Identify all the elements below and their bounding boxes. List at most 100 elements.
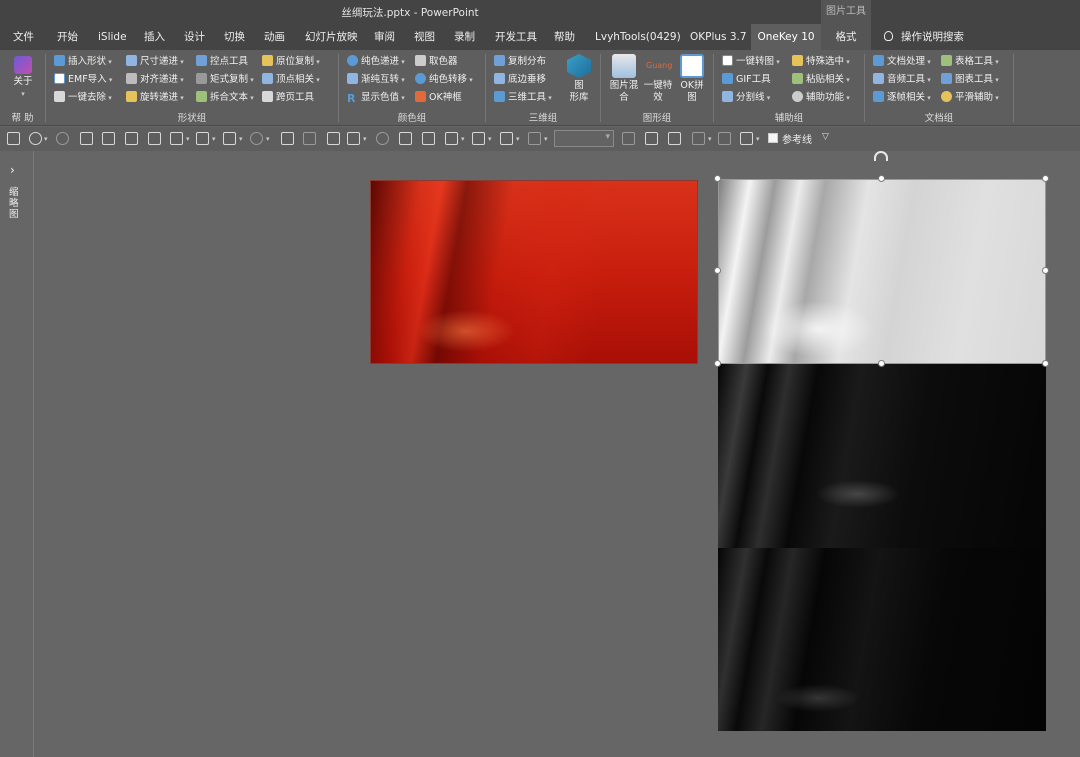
customize-toolbar-icon[interactable]: ▽: [822, 132, 829, 142]
frame-by-frame-button[interactable]: 逐帧相关: [873, 89, 931, 106]
eyedropper-button[interactable]: 取色器: [415, 53, 458, 70]
one-key-to-image-button[interactable]: 一键转图: [722, 53, 780, 70]
three-d-tool-button[interactable]: 三维工具: [494, 89, 552, 106]
tab-slideshow[interactable]: 幻灯片放映: [305, 24, 358, 50]
solid-color-step-button[interactable]: 纯色递进: [347, 53, 405, 70]
picture-blend-button[interactable]: 图片混 合: [607, 54, 641, 104]
tab-file[interactable]: 文件: [13, 24, 34, 50]
resize-handle-bottom-right[interactable]: [1042, 360, 1049, 367]
show-color-value-button[interactable]: R 显示色值: [347, 89, 405, 106]
shape-circle-icon[interactable]: [376, 132, 389, 145]
gradient-solid-swap-button[interactable]: 渐纯互转: [347, 71, 405, 88]
document-process-button[interactable]: 文档处理: [873, 53, 931, 70]
in-place-copy-button[interactable]: 原位复制: [262, 53, 320, 70]
resize-handle-left[interactable]: [714, 267, 721, 274]
handle-tool-button[interactable]: 控点工具: [196, 53, 248, 70]
tab-home[interactable]: 开始: [57, 24, 78, 50]
paste-icon[interactable]: [347, 132, 360, 145]
paste-dropdown-icon[interactable]: ▾: [363, 135, 367, 143]
format-painter-icon[interactable]: [80, 132, 93, 145]
one-key-remove-button[interactable]: 一键去除: [54, 89, 112, 106]
vertex-button[interactable]: 顶点相关: [262, 71, 320, 88]
table-tool-button[interactable]: 表格工具: [941, 53, 999, 70]
tab-review[interactable]: 审阅: [374, 24, 395, 50]
rotate-handle-icon[interactable]: [874, 151, 888, 161]
ok-frame-button[interactable]: OK神框: [415, 89, 462, 106]
about-button[interactable]: 关于 ▾: [8, 54, 38, 100]
resize-handle-bottom-left[interactable]: [714, 360, 721, 367]
tab-record[interactable]: 录制: [454, 24, 475, 50]
tab-okplus[interactable]: OKPlus 3.7: [690, 24, 747, 50]
tab-help[interactable]: 帮助: [554, 24, 575, 50]
resize-handle-bottom[interactable]: [878, 360, 885, 367]
font-size-icon[interactable]: [196, 132, 209, 145]
resize-handle-top[interactable]: [878, 175, 885, 182]
tab-lvyhtools[interactable]: LvyhTools(0429): [595, 24, 681, 50]
bullets-icon[interactable]: [692, 132, 705, 145]
special-select-button[interactable]: 特殊选中: [792, 53, 850, 70]
merge-dropdown-icon[interactable]: ▾: [266, 135, 270, 143]
insert-shape-button[interactable]: 插入形状: [54, 53, 112, 70]
save-icon[interactable]: [7, 132, 20, 145]
expand-chevron-icon[interactable]: ›: [10, 163, 15, 177]
white-silk-picture[interactable]: [718, 179, 1046, 364]
rotate-step-button[interactable]: 旋转递进: [126, 89, 184, 106]
matrix-copy-button[interactable]: 矩式复制: [196, 71, 254, 88]
outline-dropdown-icon[interactable]: ▾: [516, 135, 520, 143]
paste-related-button[interactable]: 粘贴相关: [792, 71, 850, 88]
audio-tool-button[interactable]: 音频工具: [873, 71, 931, 88]
tab-insert[interactable]: 插入: [144, 24, 165, 50]
redo-icon[interactable]: [56, 132, 69, 145]
tab-animations[interactable]: 动画: [264, 24, 285, 50]
align-icon[interactable]: [102, 132, 115, 145]
split-text-button[interactable]: 拆合文本: [196, 89, 254, 106]
brush-icon[interactable]: [327, 132, 340, 145]
edit-points-icon[interactable]: [281, 132, 294, 145]
align-step-button[interactable]: 对齐递进: [126, 71, 184, 88]
crop-icon[interactable]: [223, 132, 236, 145]
tell-me-search[interactable]: 操作说明搜索: [884, 24, 964, 50]
shape-outline-dropdown-icon[interactable]: ▾: [756, 135, 760, 143]
tab-view[interactable]: 视图: [414, 24, 435, 50]
bullets-dropdown-icon[interactable]: ▾: [708, 135, 712, 143]
bottom-shift-button[interactable]: 底边垂移: [494, 71, 546, 88]
distribute-icon[interactable]: [170, 132, 183, 145]
effects-icon[interactable]: [718, 132, 731, 145]
chart-tool-button[interactable]: 图表工具: [941, 71, 999, 88]
resize-handle-top-left[interactable]: [714, 175, 721, 182]
crop-dropdown-icon[interactable]: ▾: [239, 135, 243, 143]
tab-islide[interactable]: iSlide: [98, 24, 127, 50]
merge-shapes-icon[interactable]: [250, 132, 263, 145]
size-step-button[interactable]: 尺寸递进: [126, 53, 184, 70]
fill-color-icon[interactable]: [472, 132, 485, 145]
ok-puzzle-button[interactable]: OK拼 图: [675, 54, 709, 104]
tab-transitions[interactable]: 切换: [224, 24, 245, 50]
assist-function-button[interactable]: 辅助功能: [792, 89, 850, 106]
red-silk-picture[interactable]: [370, 180, 698, 364]
smooth-assist-button[interactable]: 平滑辅助: [941, 89, 999, 106]
chart-bars-icon[interactable]: [422, 132, 435, 145]
table-icon[interactable]: [303, 132, 316, 145]
fill-dropdown-icon[interactable]: ▾: [488, 135, 492, 143]
black-silk-picture-bottom[interactable]: [718, 548, 1046, 731]
tab-developer[interactable]: 开发工具: [495, 24, 537, 50]
list-icon[interactable]: [622, 132, 635, 145]
size-icon[interactable]: [668, 132, 681, 145]
tab-format[interactable]: 格式: [821, 24, 871, 50]
resize-handle-top-right[interactable]: [1042, 175, 1049, 182]
one-key-effect-button[interactable]: Guang 一键特 效: [641, 54, 675, 104]
picture-icon[interactable]: [445, 132, 458, 145]
copy-distribute-button[interactable]: 复制分布: [494, 53, 546, 70]
font-color-dropdown-icon[interactable]: ▾: [544, 135, 548, 143]
text-box-icon[interactable]: [148, 132, 161, 145]
group-icon[interactable]: [645, 132, 658, 145]
distribute-dropdown-icon[interactable]: ▾: [186, 135, 190, 143]
undo-dropdown-icon[interactable]: ▾: [44, 135, 48, 143]
shape-outline-icon[interactable]: [740, 132, 753, 145]
emf-import-button[interactable]: EMF导入: [54, 71, 112, 88]
select-pane-icon[interactable]: [125, 132, 138, 145]
outline-color-icon[interactable]: [500, 132, 513, 145]
font-name-select[interactable]: [554, 130, 614, 147]
undo-icon[interactable]: [29, 132, 42, 145]
picture-dropdown-icon[interactable]: ▾: [461, 135, 465, 143]
